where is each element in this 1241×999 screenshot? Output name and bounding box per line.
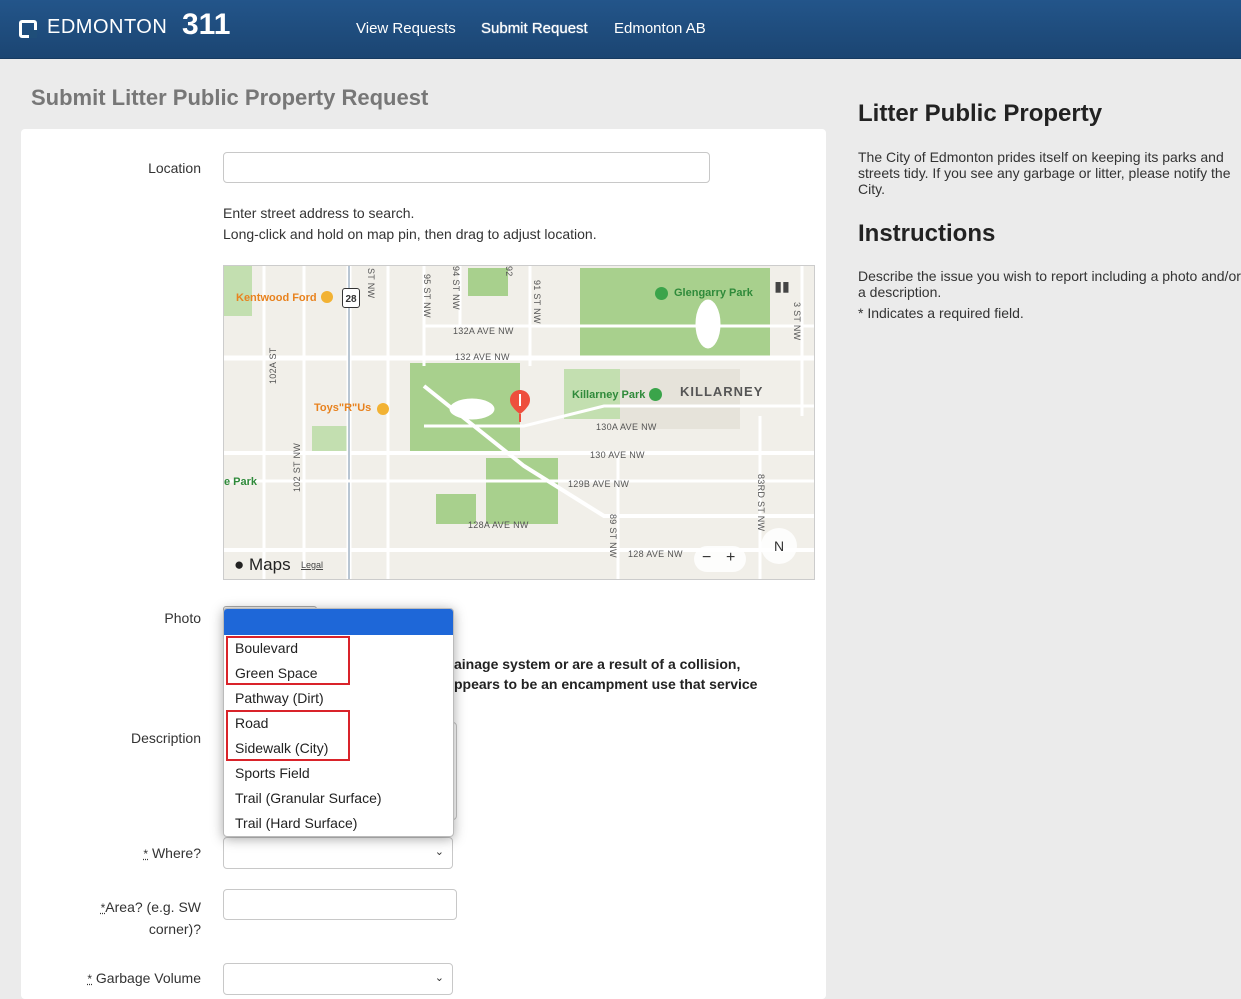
poi-park-edge[interactable]: e Park [224,476,257,488]
dropdown-option-trail-hard[interactable]: Trail (Hard Surface) [235,815,357,831]
nav-view-requests[interactable]: View Requests [356,20,456,37]
location-help-search: Enter street address to search. [223,205,415,221]
street-label: 92 [504,266,514,277]
where-label: * Where? [143,845,201,861]
brand-text[interactable]: EDMONTON [47,16,167,39]
maps-legal-link[interactable]: Legal [301,560,323,570]
garbage-volume-label: * Garbage Volume [87,970,201,986]
car-dealer-icon [321,291,333,303]
location-help-drag: Long-click and hold on map pin, then dra… [223,226,597,242]
info-description: The City of Edmonton prides itself on ke… [858,149,1231,197]
area-input[interactable] [223,889,457,920]
dropdown-option-pathway-dirt[interactable]: Pathway (Dirt) [235,690,324,706]
chevron-down-icon: ⌄ [434,846,444,858]
top-navbar: EDMONTON 311 View Requests Submit Reques… [0,0,1241,59]
required-field-note: * Indicates a required field. [858,305,1024,321]
street-label: 3 ST NW [792,302,802,341]
zoom-out-button[interactable]: − [702,549,711,567]
street-label: 128 AVE NW [628,549,683,559]
nav-edmonton-ab[interactable]: Edmonton AB [614,20,706,37]
poi-killarney-park[interactable]: Killarney Park [572,389,645,401]
location-label: Location [148,160,201,176]
street-label: 89 ST NW [608,514,618,558]
garbage-volume-select[interactable]: ⌄ [223,963,453,995]
street-label: 102A ST [268,347,278,384]
street-label: 102 ST NW [292,442,302,492]
park-pin-icon [655,287,668,300]
notice-line-2: ppears to be an encampment use that serv… [454,676,758,692]
nav-submit-request[interactable]: Submit Request [481,20,588,37]
apple-maps-logo: ● Maps [234,555,291,574]
route-shield-icon: 28 [342,288,360,308]
instructions-title: Instructions [858,220,996,247]
street-label: 132 AVE NW [455,352,510,362]
page-title: Submit Litter Public Property Request [31,85,429,110]
neighbourhood-label: KILLARNEY [680,384,764,399]
edmonton-311-logo-icon[interactable] [19,20,37,38]
street-label: 95 ST NW [422,274,432,318]
photo-label: Photo [164,610,201,626]
map-type-icon[interactable]: ▮▮ [769,278,795,298]
street-label: 94 ST NW [451,266,461,310]
street-label: 83RD ST NW [756,474,766,532]
area-label: *Area? (e.g. SW corner)? [100,899,201,937]
map-graphics [224,266,814,579]
notice-line-1: ainage system or are a result of a colli… [454,656,741,672]
street-label: ST NW [366,268,376,299]
description-label: Description [130,730,201,746]
brand-number[interactable]: 311 [182,8,230,42]
dropdown-option-trail-granular[interactable]: Trail (Granular Surface) [235,790,382,806]
store-icon [377,403,389,415]
annotation-highlight-box [226,636,350,685]
street-label: 91 ST NW [532,280,542,324]
location-input[interactable] [223,152,710,183]
poi-glengarry-park[interactable]: Glengarry Park [674,287,753,299]
street-label: 130 AVE NW [590,450,645,460]
zoom-control: − + [694,546,746,572]
compass-button[interactable]: N [761,528,797,564]
dropdown-option-sports-field[interactable]: Sports Field [235,765,310,781]
park-pin-icon [649,388,662,401]
street-label: 128A AVE NW [468,520,529,530]
where-select[interactable]: ⌄ [223,837,453,869]
street-label: 129B AVE NW [568,479,630,489]
street-label: 130A AVE NW [596,422,657,432]
location-map[interactable]: ST NW 95 ST NW 94 ST NW 92 91 ST NW 3 ST… [223,265,815,580]
street-label: 132A AVE NW [453,326,514,336]
chevron-down-icon: ⌄ [434,972,444,984]
poi-toys-r-us[interactable]: Toys"R"Us [314,402,371,414]
poi-kentwood-ford[interactable]: Kentwood Ford [236,292,317,304]
annotation-highlight-box [226,710,350,761]
instructions-text: Describe the issue you wish to report in… [858,268,1241,300]
zoom-in-button[interactable]: + [726,549,735,567]
dropdown-highlighted-option[interactable] [224,609,453,635]
info-title: Litter Public Property [858,100,1103,127]
required-marker: * [143,847,149,861]
